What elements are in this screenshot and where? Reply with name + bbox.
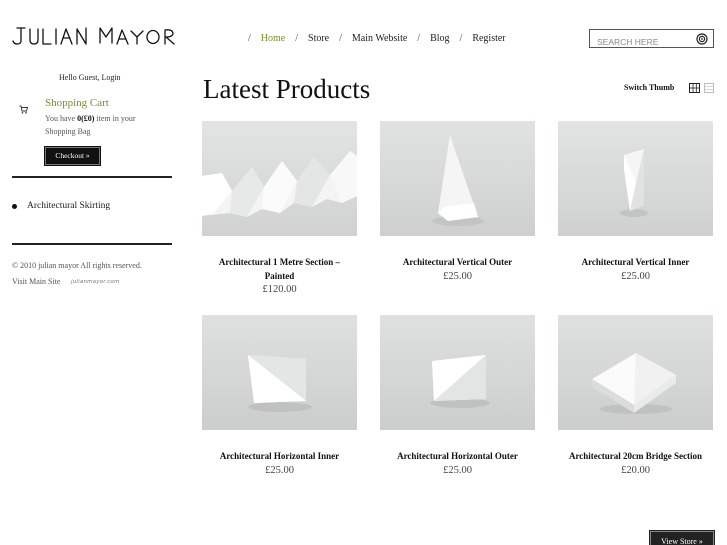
product-price: £25.00 bbox=[443, 270, 472, 282]
category-link-architectural-skirting[interactable]: Architectural Skirting bbox=[27, 201, 110, 211]
page-title: Latest Products bbox=[203, 74, 371, 104]
nav-separator: / bbox=[417, 32, 421, 44]
nav-separator: / bbox=[459, 32, 463, 44]
product-image[interactable] bbox=[380, 315, 535, 430]
nav-item-store[interactable]: Store bbox=[308, 33, 329, 44]
product-card: Architectural 1 Metre Section – Painted … bbox=[202, 121, 357, 297]
greeting-login-link[interactable]: Hello Guest, Login bbox=[59, 73, 121, 82]
product-card: Architectural 20cm Bridge Section £20.00 bbox=[558, 315, 713, 478]
product-name[interactable]: Architectural Vertical Outer bbox=[380, 256, 535, 270]
site-logo[interactable] bbox=[12, 24, 182, 48]
product-image[interactable] bbox=[202, 121, 357, 236]
visit-main-site-label: Visit Main Site bbox=[12, 277, 61, 286]
search-input[interactable] bbox=[590, 33, 690, 51]
nav-separator: / bbox=[248, 32, 251, 44]
product-price: £120.00 bbox=[262, 284, 297, 295]
main-nav: / Home / Store / Main Website / Blog / R… bbox=[238, 31, 506, 45]
visit-main-site-link[interactable]: julianmayor.com bbox=[71, 279, 120, 285]
nav-separator: / bbox=[295, 32, 299, 44]
product-price: £25.00 bbox=[265, 464, 294, 476]
product-name[interactable]: Architectural Horizontal Outer bbox=[380, 450, 535, 464]
sidebar-divider bbox=[12, 176, 172, 178]
product-card: Architectural Horizontal Inner £25.00 bbox=[202, 315, 357, 478]
grid-view-icon[interactable] bbox=[689, 83, 700, 93]
product-price: £25.00 bbox=[443, 464, 472, 476]
product-card: Architectural Horizontal Outer £25.00 bbox=[380, 315, 535, 478]
copyright-text: © 2010 julian mayor All rights reserved. bbox=[12, 261, 142, 270]
product-image[interactable] bbox=[380, 121, 535, 236]
nav-item-home[interactable]: Home bbox=[261, 33, 285, 44]
switch-thumb-label: Switch Thumb bbox=[624, 83, 675, 92]
logo-wordmark bbox=[12, 27, 175, 45]
sidebar-divider bbox=[12, 243, 172, 245]
nav-separator: / bbox=[339, 32, 342, 44]
product-card: Architectural Vertical Inner £25.00 bbox=[558, 121, 713, 284]
target-icon[interactable] bbox=[696, 33, 708, 45]
shopping-cart-title[interactable]: Shopping Cart bbox=[45, 97, 109, 109]
product-price: £20.00 bbox=[621, 464, 650, 476]
search-box bbox=[589, 29, 714, 51]
nav-item-blog[interactable]: Blog bbox=[430, 33, 449, 44]
product-name[interactable]: Architectural Horizontal Inner bbox=[202, 450, 357, 464]
cart-count: 0(£0) bbox=[77, 114, 95, 123]
view-store-button[interactable]: View Store » bbox=[649, 530, 715, 545]
bullet-icon bbox=[12, 204, 17, 209]
nav-item-register[interactable]: Register bbox=[472, 33, 505, 44]
cart-icon bbox=[19, 105, 28, 114]
product-name[interactable]: Architectural 1 Metre Section – Painted bbox=[202, 256, 357, 283]
product-image[interactable] bbox=[202, 315, 357, 430]
product-image[interactable] bbox=[558, 121, 713, 236]
checkout-button[interactable]: Checkout » bbox=[44, 146, 101, 166]
list-view-icon[interactable] bbox=[704, 83, 714, 93]
product-price: £25.00 bbox=[621, 270, 650, 282]
product-card: Architectural Vertical Outer £25.00 bbox=[380, 121, 535, 284]
product-image[interactable] bbox=[558, 315, 713, 430]
nav-item-main-website[interactable]: Main Website bbox=[352, 33, 407, 44]
cart-text-prefix: You have bbox=[45, 114, 78, 123]
product-name[interactable]: Architectural 20cm Bridge Section bbox=[558, 450, 713, 464]
product-name[interactable]: Architectural Vertical Inner bbox=[558, 256, 713, 270]
cart-summary: You have 0(£0) item in your Shopping Bag bbox=[45, 112, 165, 138]
